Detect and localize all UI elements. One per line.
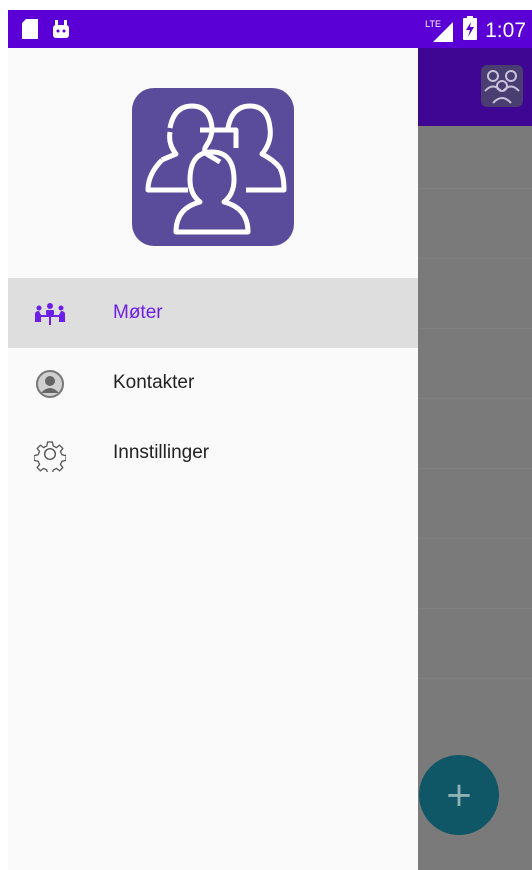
network-type-label: LTE (425, 18, 441, 29)
signal-icon: LTE (425, 19, 455, 43)
list-divider (418, 398, 532, 399)
people-group-logo (132, 88, 294, 246)
list-divider (418, 188, 532, 189)
navigation-drawer: Møter Kontakter Innstillinger (8, 48, 418, 870)
menu-item-innstillinger[interactable]: Innstillinger (8, 418, 418, 488)
meeting-group-icon[interactable] (480, 64, 524, 113)
drawer-header (8, 48, 418, 278)
add-button[interactable]: + (419, 755, 499, 835)
clock: 1:07 (485, 18, 526, 42)
battery-charging-icon (463, 16, 478, 45)
menu-item-label: Innstillinger (113, 442, 210, 463)
list-divider (418, 258, 532, 259)
list-divider (418, 328, 532, 329)
list-divider (418, 468, 532, 469)
meeting-icon (34, 298, 66, 330)
drawer-menu: Møter Kontakter Innstillinger (8, 278, 418, 488)
list-divider (418, 608, 532, 609)
contact-icon (34, 368, 66, 400)
list-divider (418, 678, 532, 679)
menu-item-moter[interactable]: Møter (8, 278, 418, 348)
android-icon (52, 19, 70, 44)
list-divider (418, 538, 532, 539)
menu-item-label: Kontakter (113, 372, 195, 393)
menu-item-label: Møter (113, 302, 163, 323)
settings-gear-icon (34, 438, 66, 472)
sd-card-icon (22, 19, 38, 44)
menu-item-kontakter[interactable]: Kontakter (8, 348, 418, 418)
status-bar: LTE 1:07 (8, 10, 532, 48)
